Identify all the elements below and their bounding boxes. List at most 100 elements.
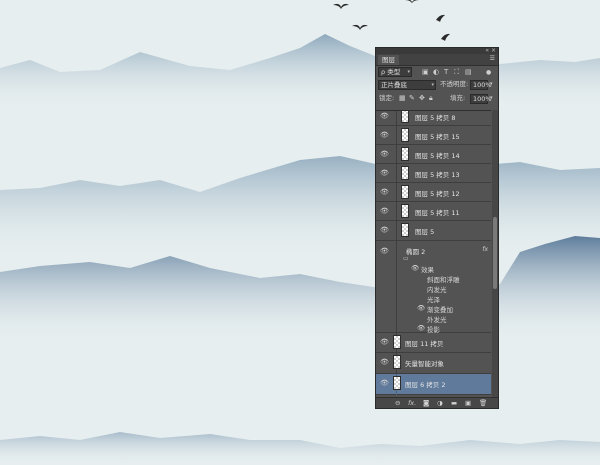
divider xyxy=(396,183,397,202)
divider xyxy=(396,145,397,164)
fx-icon[interactable]: fx xyxy=(482,246,488,253)
eye-icon[interactable]: 👁︎ xyxy=(417,304,425,312)
opacity-field[interactable]: 100% xyxy=(470,80,492,90)
opacity-slider-icon[interactable]: ▾ xyxy=(490,80,493,89)
eye-icon[interactable]: 👁︎ xyxy=(380,379,389,387)
effect-bevel-emboss[interactable]: 斜面和浮雕 xyxy=(427,274,460,284)
chevron-down-icon: ▾ xyxy=(431,82,434,88)
layers-list: 👁︎ 图层 5 拷贝 8 👁︎ 图层 5 拷贝 15 👁︎ 图层 5 拷贝 14… xyxy=(376,110,491,399)
divider xyxy=(396,202,397,221)
layer-name: 图层 5 拷贝 12 xyxy=(415,190,460,198)
layer-name: 图层 5 拷贝 11 xyxy=(415,209,460,217)
divider xyxy=(396,221,397,241)
eye-icon[interactable]: 👁︎ xyxy=(380,112,389,120)
layer-name: 图层 5 拷贝 13 xyxy=(415,171,460,179)
lock-position-icon[interactable]: ✥ xyxy=(419,94,425,103)
fill-field[interactable]: 100% xyxy=(470,94,492,104)
tab-layers[interactable]: 图层 xyxy=(378,55,399,65)
layer-thumbnail xyxy=(401,223,409,237)
layer-name: 矢量智能对象 xyxy=(405,360,444,368)
layer-row[interactable]: 👁︎ 图层 5 拷贝 13 xyxy=(376,164,491,183)
effect-gradient-overlay[interactable]: 渐变叠加 xyxy=(427,304,453,314)
eye-icon[interactable]: 👁︎ xyxy=(380,207,389,215)
lock-transparent-icon[interactable]: ▦ xyxy=(399,94,406,103)
layer-name: 图层 5 xyxy=(415,228,435,236)
eye-icon[interactable]: 👁︎ xyxy=(380,358,389,366)
blend-mode-select[interactable]: 正片叠底 ▾ xyxy=(378,80,436,90)
eye-icon[interactable]: 👁︎ xyxy=(380,247,389,255)
layer-name: 图层 5 拷贝 15 xyxy=(415,133,460,141)
layer-thumbnail xyxy=(393,376,401,390)
opacity-label: 不透明度: xyxy=(440,80,469,88)
divider xyxy=(396,164,397,183)
divider xyxy=(396,126,397,145)
type-filter-icon[interactable]: T xyxy=(444,68,448,77)
fx-icon[interactable]: fx. xyxy=(408,399,416,407)
layer-thumbnail xyxy=(401,147,409,161)
lock-row: 锁定: ▦ ✎ ✥ 🔒︎ 填充: 100% ▾ xyxy=(376,94,498,105)
layer-thumbnail xyxy=(393,335,401,349)
layer-thumbnail xyxy=(401,185,409,199)
effects-label: 效果 xyxy=(421,266,434,274)
filter-row: ρ 类型 ▾ ▣ ◐ T ⛶ ▤ ● xyxy=(376,67,498,78)
close-icon[interactable]: × xyxy=(491,47,496,54)
mask-icon[interactable]: ◙ xyxy=(423,399,429,407)
fill-slider-icon[interactable]: ▾ xyxy=(490,94,493,103)
scrollbar-thumb[interactable] xyxy=(493,217,497,289)
layer-name: 椭圆 2 xyxy=(406,248,426,256)
layer-row[interactable]: 👁︎ 图层 5 拷贝 15 xyxy=(376,126,491,145)
collapse-icon[interactable]: « xyxy=(485,47,489,54)
divider xyxy=(396,111,397,126)
layers-panel: « × 图层 ☰ ρ 类型 ▾ ▣ ◐ T ⛶ ▤ ● 正片叠底 ▾ 不透明度: 1… xyxy=(375,47,499,409)
filter-type-label: ρ 类型 xyxy=(381,68,401,76)
panel-menu-icon[interactable]: ☰ xyxy=(490,55,495,62)
eye-icon[interactable]: 👁︎ xyxy=(380,188,389,196)
layer-thumbnail xyxy=(401,128,409,142)
divider xyxy=(396,241,397,333)
adjustment-icon[interactable]: ◑ xyxy=(437,399,443,407)
eye-icon[interactable]: 👁︎ xyxy=(380,226,389,234)
fill-label: 填充: xyxy=(450,94,466,102)
eye-icon[interactable]: 👁︎ xyxy=(380,131,389,139)
smart-object-thumbnail xyxy=(393,355,401,369)
layer-row[interactable]: 👁︎ 图层 5 拷贝 14 xyxy=(376,145,491,164)
layers-scrollbar[interactable] xyxy=(492,110,498,398)
effect-outer-glow[interactable]: 外发光 xyxy=(427,314,447,324)
trash-icon[interactable]: 🗑︎ xyxy=(479,399,487,407)
lock-all-icon[interactable]: 🔒︎ xyxy=(429,94,433,103)
ink-landscape-background xyxy=(0,0,600,465)
eye-icon[interactable]: 👁︎ xyxy=(380,338,389,346)
layer-row[interactable]: 👁︎ 图层 5 拷贝 11 xyxy=(376,202,491,221)
layer-row[interactable]: 👁︎ 图层 11 拷贝 xyxy=(376,333,491,353)
eye-icon[interactable]: 👁︎ xyxy=(411,264,419,272)
panel-bottom-toolbar: ⊖ fx. ◙ ◑ ▬ ▣ 🗑︎ xyxy=(376,397,498,408)
group-folder-icon[interactable]: ▬ xyxy=(451,399,457,407)
effect-inner-glow[interactable]: 内发光 xyxy=(427,284,447,294)
smart-filter-icon[interactable]: ▤ xyxy=(465,68,472,77)
layer-thumbnail xyxy=(401,204,409,218)
link-icon[interactable]: ⊖ xyxy=(395,399,400,407)
layer-row[interactable]: 👁︎ 图层 5 拷贝 12 xyxy=(376,183,491,202)
layer-row-selected[interactable]: 👁︎ 图层 6 拷贝 2 xyxy=(376,374,491,395)
image-filter-icon[interactable]: ▣ xyxy=(422,68,429,77)
layer-row[interactable]: 👁︎ 矢量智能对象 xyxy=(376,353,491,374)
new-layer-icon[interactable]: ▣ xyxy=(465,399,471,407)
panel-tab-row: 图层 ☰ xyxy=(376,54,498,66)
eye-icon[interactable]: 👁︎ xyxy=(417,324,425,332)
layer-thumbnail xyxy=(401,111,409,123)
layer-thumbnail xyxy=(401,166,409,180)
layer-name: 图层 11 拷贝 xyxy=(405,340,444,348)
eye-icon[interactable]: 👁︎ xyxy=(380,169,389,177)
adjust-filter-icon[interactable]: ◐ xyxy=(433,68,439,77)
shape-layer-group[interactable]: 👁︎ 椭圆 2 ▭ fx 👁︎ 效果 斜面和浮雕 内发光 光泽 👁︎ 渐变叠加 … xyxy=(376,241,491,334)
layer-row[interactable]: 👁︎ 图层 5 xyxy=(376,221,491,241)
chevron-down-icon: ▾ xyxy=(407,69,410,75)
filter-toggle-icon[interactable]: ● xyxy=(486,68,491,77)
lock-pixels-icon[interactable]: ✎ xyxy=(409,94,415,103)
blend-row: 正片叠底 ▾ 不透明度: 100% ▾ xyxy=(376,80,498,91)
layer-row[interactable]: 👁︎ 图层 5 拷贝 8 xyxy=(376,111,491,126)
eye-icon[interactable]: 👁︎ xyxy=(380,150,389,158)
effect-satin[interactable]: 光泽 xyxy=(427,294,440,304)
filter-type-select[interactable]: ρ 类型 ▾ xyxy=(378,67,412,77)
shape-filter-icon[interactable]: ⛶ xyxy=(454,68,459,77)
